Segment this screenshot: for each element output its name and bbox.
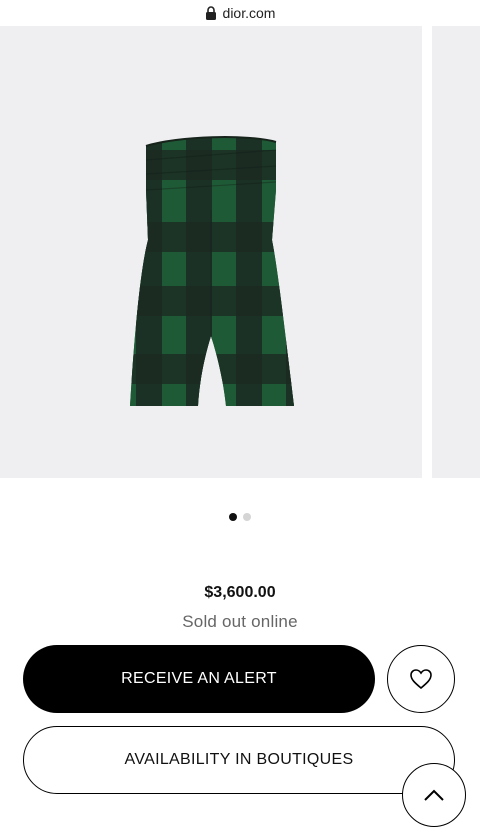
- pagination-dot[interactable]: [243, 513, 251, 521]
- receive-alert-button[interactable]: RECEIVE AN ALERT: [23, 645, 375, 713]
- product-price: $3,600.00: [204, 584, 276, 601]
- chevron-up-icon: [424, 789, 444, 801]
- wishlist-button[interactable]: [387, 645, 455, 713]
- lock-icon: [205, 6, 216, 20]
- gallery-slide-current[interactable]: [0, 26, 422, 478]
- back-to-top-button[interactable]: [402, 763, 466, 827]
- availability-in-boutiques-button[interactable]: AVAILABILITY IN BOUTIQUES: [23, 726, 455, 794]
- url-text: dior.com: [222, 5, 276, 21]
- address-bar[interactable]: dior.com: [0, 0, 480, 27]
- gallery-slide-next[interactable]: [432, 26, 480, 478]
- availability-in-boutiques-label: AVAILABILITY IN BOUTIQUES: [124, 751, 354, 768]
- product-gallery[interactable]: [0, 26, 480, 478]
- receive-alert-label: RECEIVE AN ALERT: [121, 670, 277, 687]
- product-image: [130, 136, 294, 407]
- heart-icon: [410, 669, 432, 690]
- availability-status: Sold out online: [182, 612, 298, 631]
- gallery-pagination: [0, 513, 480, 521]
- pagination-dot-active[interactable]: [229, 513, 237, 521]
